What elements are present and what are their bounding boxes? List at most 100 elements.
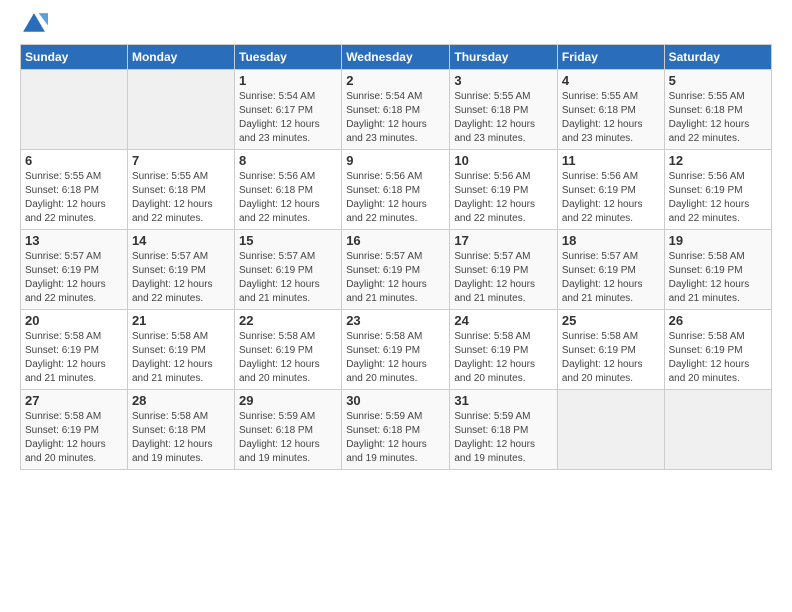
week-row-2: 6 Sunrise: 5:55 AMSunset: 6:18 PMDaylight… xyxy=(21,150,772,230)
day-number: 18 xyxy=(562,233,660,248)
week-row-5: 27 Sunrise: 5:58 AMSunset: 6:19 PMDayligh… xyxy=(21,390,772,470)
day-info: Sunrise: 5:55 AMSunset: 6:18 PMDaylight:… xyxy=(25,170,123,226)
day-info: Sunrise: 5:57 AMSunset: 6:19 PMDaylight:… xyxy=(346,250,445,306)
day-info: Sunrise: 5:55 AMSunset: 6:18 PMDaylight:… xyxy=(454,90,553,146)
day-info: Sunrise: 5:59 AMSunset: 6:18 PMDaylight:… xyxy=(239,410,337,466)
calendar-cell: 21 Sunrise: 5:58 AMSunset: 6:19 PMDayligh… xyxy=(127,310,234,390)
day-header-monday: Monday xyxy=(127,45,234,70)
day-info: Sunrise: 5:55 AMSunset: 6:18 PMDaylight:… xyxy=(669,90,767,146)
calendar-cell: 17Sunrise: 5:57 AMSunset: 6:19 PMDayligh… xyxy=(450,230,558,310)
calendar-cell xyxy=(664,390,771,470)
day-info: Sunrise: 5:57 AMSunset: 6:19 PMDaylight:… xyxy=(562,250,660,306)
week-row-4: 20Sunrise: 5:58 AMSunset: 6:19 PMDayligh… xyxy=(21,310,772,390)
calendar-cell: 20Sunrise: 5:58 AMSunset: 6:19 PMDayligh… xyxy=(21,310,128,390)
day-info: Sunrise: 5:58 AMSunset: 6:19 PMDaylight:… xyxy=(25,410,123,466)
logo xyxy=(20,10,52,38)
day-number: 24 xyxy=(454,313,553,328)
calendar-cell: 6 Sunrise: 5:55 AMSunset: 6:18 PMDaylight… xyxy=(21,150,128,230)
day-info: Sunrise: 5:57 AMSunset: 6:19 PMDaylight:… xyxy=(132,250,230,306)
calendar-cell: 22 Sunrise: 5:58 AMSunset: 6:19 PMDayligh… xyxy=(235,310,342,390)
day-number: 25 xyxy=(562,313,660,328)
day-info: Sunrise: 5:55 AMSunset: 6:18 PMDaylight:… xyxy=(132,170,230,226)
calendar-cell: 15Sunrise: 5:57 AMSunset: 6:19 PMDayligh… xyxy=(235,230,342,310)
day-info: Sunrise: 5:58 AMSunset: 6:19 PMDaylight:… xyxy=(454,330,553,386)
day-info: Sunrise: 5:56 AMSunset: 6:18 PMDaylight:… xyxy=(239,170,337,226)
day-info: Sunrise: 5:58 AMSunset: 6:19 PMDaylight:… xyxy=(239,330,337,386)
day-number: 11 xyxy=(562,153,660,168)
day-info: Sunrise: 5:58 AMSunset: 6:19 PMDaylight:… xyxy=(669,330,767,386)
calendar-cell: 31 Sunrise: 5:59 AMSunset: 6:18 PMDayligh… xyxy=(450,390,558,470)
day-header-friday: Friday xyxy=(557,45,664,70)
calendar-cell: 5 Sunrise: 5:55 AMSunset: 6:18 PMDaylight… xyxy=(664,70,771,150)
day-info: Sunrise: 5:58 AMSunset: 6:19 PMDaylight:… xyxy=(25,330,123,386)
day-info: Sunrise: 5:54 AMSunset: 6:18 PMDaylight:… xyxy=(346,90,445,146)
day-number: 1 xyxy=(239,73,337,88)
calendar-cell: 29 Sunrise: 5:59 AMSunset: 6:18 PMDayligh… xyxy=(235,390,342,470)
day-number: 29 xyxy=(239,393,337,408)
day-header-saturday: Saturday xyxy=(664,45,771,70)
day-number: 27 xyxy=(25,393,123,408)
day-header-sunday: Sunday xyxy=(21,45,128,70)
day-number: 3 xyxy=(454,73,553,88)
calendar-cell: 14 Sunrise: 5:57 AMSunset: 6:19 PMDayligh… xyxy=(127,230,234,310)
week-row-3: 13 Sunrise: 5:57 AMSunset: 6:19 PMDayligh… xyxy=(21,230,772,310)
day-info: Sunrise: 5:58 AMSunset: 6:19 PMDaylight:… xyxy=(562,330,660,386)
calendar-cell: 4Sunrise: 5:55 AMSunset: 6:18 PMDaylight… xyxy=(557,70,664,150)
day-number: 21 xyxy=(132,313,230,328)
day-header-tuesday: Tuesday xyxy=(235,45,342,70)
calendar-cell xyxy=(557,390,664,470)
calendar-cell: 28 Sunrise: 5:58 AMSunset: 6:18 PMDayligh… xyxy=(127,390,234,470)
day-number: 9 xyxy=(346,153,445,168)
day-number: 10 xyxy=(454,153,553,168)
day-number: 6 xyxy=(25,153,123,168)
day-number: 28 xyxy=(132,393,230,408)
day-info: Sunrise: 5:56 AMSunset: 6:18 PMDaylight:… xyxy=(346,170,445,226)
day-header-wednesday: Wednesday xyxy=(342,45,450,70)
page-header xyxy=(20,10,772,38)
calendar-cell: 23 Sunrise: 5:58 AMSunset: 6:19 PMDayligh… xyxy=(342,310,450,390)
day-number: 31 xyxy=(454,393,553,408)
days-header-row: SundayMondayTuesdayWednesdayThursdayFrid… xyxy=(21,45,772,70)
day-number: 14 xyxy=(132,233,230,248)
calendar-cell: 12Sunrise: 5:56 AMSunset: 6:19 PMDayligh… xyxy=(664,150,771,230)
calendar-cell: 30Sunrise: 5:59 AMSunset: 6:18 PMDayligh… xyxy=(342,390,450,470)
day-number: 13 xyxy=(25,233,123,248)
day-info: Sunrise: 5:59 AMSunset: 6:18 PMDaylight:… xyxy=(454,410,553,466)
calendar-table: SundayMondayTuesdayWednesdayThursdayFrid… xyxy=(20,44,772,470)
calendar-cell: 9 Sunrise: 5:56 AMSunset: 6:18 PMDaylight… xyxy=(342,150,450,230)
day-number: 19 xyxy=(669,233,767,248)
calendar-cell: 26Sunrise: 5:58 AMSunset: 6:19 PMDayligh… xyxy=(664,310,771,390)
calendar-cell: 10 Sunrise: 5:56 AMSunset: 6:19 PMDayligh… xyxy=(450,150,558,230)
calendar-cell: 13 Sunrise: 5:57 AMSunset: 6:19 PMDayligh… xyxy=(21,230,128,310)
day-info: Sunrise: 5:56 AMSunset: 6:19 PMDaylight:… xyxy=(669,170,767,226)
day-number: 22 xyxy=(239,313,337,328)
day-info: Sunrise: 5:59 AMSunset: 6:18 PMDaylight:… xyxy=(346,410,445,466)
calendar-cell: 24 Sunrise: 5:58 AMSunset: 6:19 PMDayligh… xyxy=(450,310,558,390)
week-row-1: 1 Sunrise: 5:54 AMSunset: 6:17 PMDaylight… xyxy=(21,70,772,150)
day-number: 2 xyxy=(346,73,445,88)
calendar-cell: 7 Sunrise: 5:55 AMSunset: 6:18 PMDaylight… xyxy=(127,150,234,230)
day-number: 17 xyxy=(454,233,553,248)
calendar-cell: 2 Sunrise: 5:54 AMSunset: 6:18 PMDaylight… xyxy=(342,70,450,150)
day-info: Sunrise: 5:58 AMSunset: 6:19 PMDaylight:… xyxy=(346,330,445,386)
calendar-cell: 8Sunrise: 5:56 AMSunset: 6:18 PMDaylight… xyxy=(235,150,342,230)
day-header-thursday: Thursday xyxy=(450,45,558,70)
logo-icon xyxy=(20,10,48,38)
day-number: 5 xyxy=(669,73,767,88)
day-info: Sunrise: 5:57 AMSunset: 6:19 PMDaylight:… xyxy=(25,250,123,306)
calendar-cell: 27 Sunrise: 5:58 AMSunset: 6:19 PMDayligh… xyxy=(21,390,128,470)
calendar-cell: 1 Sunrise: 5:54 AMSunset: 6:17 PMDaylight… xyxy=(235,70,342,150)
calendar-cell: 11Sunrise: 5:56 AMSunset: 6:19 PMDayligh… xyxy=(557,150,664,230)
day-number: 4 xyxy=(562,73,660,88)
day-info: Sunrise: 5:58 AMSunset: 6:19 PMDaylight:… xyxy=(669,250,767,306)
day-info: Sunrise: 5:54 AMSunset: 6:17 PMDaylight:… xyxy=(239,90,337,146)
day-info: Sunrise: 5:58 AMSunset: 6:19 PMDaylight:… xyxy=(132,330,230,386)
day-number: 7 xyxy=(132,153,230,168)
day-info: Sunrise: 5:56 AMSunset: 6:19 PMDaylight:… xyxy=(454,170,553,226)
day-number: 23 xyxy=(346,313,445,328)
calendar-cell: 19 Sunrise: 5:58 AMSunset: 6:19 PMDayligh… xyxy=(664,230,771,310)
day-number: 16 xyxy=(346,233,445,248)
calendar-cell xyxy=(127,70,234,150)
calendar-cell: 3 Sunrise: 5:55 AMSunset: 6:18 PMDaylight… xyxy=(450,70,558,150)
day-info: Sunrise: 5:58 AMSunset: 6:18 PMDaylight:… xyxy=(132,410,230,466)
